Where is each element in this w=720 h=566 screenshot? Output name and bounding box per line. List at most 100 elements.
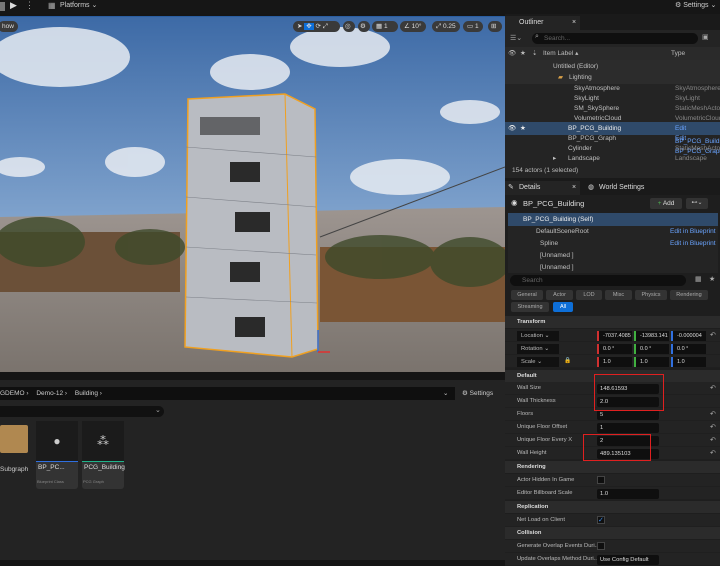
filter-streaming[interactable]: Streaming <box>511 302 549 312</box>
unique-floor-offset-input[interactable]: 1 <box>597 423 659 433</box>
scale-snap-button[interactable]: ⤢ 0.25 <box>432 21 460 32</box>
add-label: Add <box>662 200 675 207</box>
overlap-events-row: Generate Overlap Events Duri... <box>505 540 720 553</box>
play-button[interactable]: ▶ <box>10 0 17 11</box>
history-dropdown-icon[interactable]: ⌄ <box>443 387 448 400</box>
billboard-scale-input[interactable]: 1.0 <box>597 489 659 499</box>
reset-icon[interactable]: ↶ <box>710 434 716 447</box>
details-search-input[interactable]: Search <box>510 275 686 286</box>
asset-tile-pcg[interactable]: ⁂ PCG_Building PCG Graph <box>82 421 125 489</box>
favorite-icon: ★ <box>520 50 526 57</box>
component-row[interactable]: [Unnamed ] <box>508 261 718 274</box>
breadcrumb-item[interactable]: GDEMO <box>0 390 25 397</box>
folder-icon[interactable] <box>0 425 28 453</box>
filter-rendering[interactable]: Rendering <box>670 290 708 300</box>
pcg-building[interactable] <box>184 93 319 358</box>
show-menu-button[interactable]: how <box>0 21 18 32</box>
location-y-input[interactable]: -13983.141 <box>634 331 669 341</box>
close-icon[interactable]: × <box>572 181 576 195</box>
section-title: Collision <box>517 530 542 536</box>
overlap-events-checkbox[interactable] <box>597 542 605 550</box>
transform-tools[interactable]: ➤ ✥ ⟳ ⤢ <box>293 21 340 32</box>
favorites-icon[interactable]: ★ <box>709 275 715 283</box>
item-label: Landscape <box>568 155 600 162</box>
property-label: Editor Billboard Scale <box>517 490 573 496</box>
col-item-label[interactable]: Item Label ▴ <box>543 47 578 60</box>
filter-lod[interactable]: LOD <box>576 290 602 300</box>
breadcrumb-item[interactable]: Building <box>75 390 98 397</box>
grid-snap-button[interactable]: ▦ 1 <box>372 21 398 32</box>
rotation-x-input[interactable]: 0.0 ° <box>597 344 632 354</box>
tab-outliner[interactable]: Outliner × <box>505 16 580 30</box>
rotation-dropdown[interactable]: Rotation ⌄ <box>517 344 559 354</box>
filter-icon[interactable]: ☰⌄ <box>510 34 522 42</box>
property-matrix-icon[interactable]: ▦ <box>695 275 702 283</box>
content-settings-label: Settings <box>469 390 494 397</box>
location-dropdown[interactable]: Location ⌄ <box>517 331 559 341</box>
outliner-search-input[interactable]: Search... <box>532 33 698 44</box>
update-overlaps-dropdown[interactable]: Use Config Default <box>597 555 659 565</box>
location-z-input[interactable]: -0.000004 <box>671 331 706 341</box>
settings-label: Settings <box>683 2 709 9</box>
floors-input[interactable]: 5 <box>597 410 659 420</box>
translate-icon[interactable]: ✥ <box>304 23 314 30</box>
platforms-menu[interactable]: Platforms ⌄ <box>60 1 97 9</box>
angle-snap-button[interactable]: ∠ 10° <box>400 21 426 32</box>
section-collision[interactable]: Collision <box>505 527 720 539</box>
rotation-y-input[interactable]: 0.0 ° <box>634 344 669 354</box>
reset-icon[interactable]: ↶ <box>710 447 716 460</box>
reset-icon[interactable]: ↶ <box>710 329 716 342</box>
section-title: Transform <box>517 319 546 325</box>
section-rendering[interactable]: Rendering <box>505 461 720 473</box>
property-label: Scale <box>521 359 536 365</box>
reset-icon[interactable]: ↶ <box>710 421 716 434</box>
scale-y-input[interactable]: 1.0 <box>634 357 669 367</box>
rotation-z-input[interactable]: 0.0 ° <box>671 344 706 354</box>
settings-menu[interactable]: ⚙ Settings ⌄ <box>675 1 716 9</box>
layout-icon[interactable]: ⊞ <box>488 21 502 32</box>
scale-x-input[interactable]: 1.0 <box>597 357 632 367</box>
filter-physics[interactable]: Physics <box>635 290 667 300</box>
filter-general[interactable]: General <box>511 290 543 300</box>
tab-label: Outliner <box>519 19 544 26</box>
expand-arrow-icon[interactable]: ▸ <box>553 152 556 165</box>
stop-icon[interactable] <box>0 2 5 11</box>
close-icon[interactable]: × <box>572 16 576 30</box>
realtime-icon[interactable]: ⚙ <box>358 21 370 32</box>
filter-all[interactable]: All <box>553 302 573 312</box>
asset-tile-bp[interactable]: ● BP_PC... Blueprint Class <box>36 421 78 489</box>
property-label: Net Load on Client <box>517 517 566 523</box>
camera-speed-button[interactable]: ▭ 1 <box>463 21 483 32</box>
scale-dropdown[interactable]: Scale ⌄ <box>517 357 559 367</box>
property-label: Wall Thickness <box>517 398 556 404</box>
breadcrumb-item[interactable]: Demo-12 <box>36 390 63 397</box>
add-component-button[interactable]: + Add <box>650 198 682 209</box>
component-label: [Unnamed ] <box>540 264 574 271</box>
filter-misc[interactable]: Misc <box>605 290 632 300</box>
location-x-input[interactable]: -7037.4085 <box>597 331 632 341</box>
component-tree: BP_PCG_Building (Self) DefaultSceneRoot E… <box>508 213 718 273</box>
grid-snap-value: 1 <box>383 23 388 30</box>
level-viewport[interactable]: how ➤ ✥ ⟳ ⤢ ◎ ⚙ ▦ 1 ∠ 10° ⤢ 0.25 ▭ 1 ⊞ <box>0 16 505 372</box>
reset-icon[interactable]: ↶ <box>710 408 716 421</box>
surface-snap-icon[interactable]: ◎ <box>343 21 355 32</box>
add-folder-icon[interactable]: ▣ <box>702 33 709 41</box>
reset-icon[interactable]: ↶ <box>710 382 716 395</box>
tab-details[interactable]: ✎ Details × <box>505 181 580 195</box>
blueprint-options-button[interactable]: ⊷⌄ <box>686 198 708 209</box>
filter-actor[interactable]: Actor <box>546 290 573 300</box>
platforms-icon: ▦ <box>48 1 56 10</box>
lock-icon[interactable]: 🔒 <box>564 355 571 368</box>
actor-hidden-checkbox[interactable] <box>597 476 605 484</box>
net-load-checkbox[interactable]: ✓ <box>597 516 605 524</box>
tab-world-settings[interactable]: ◍ World Settings <box>585 181 675 195</box>
filter-dropdown[interactable]: ⌄ <box>0 406 164 417</box>
scale-z-input[interactable]: 1.0 <box>671 357 706 367</box>
pin-icon: ⇣ <box>532 50 538 57</box>
more-options-icon[interactable]: ⋮ <box>25 0 34 11</box>
section-transform[interactable]: Transform <box>505 316 720 328</box>
col-type[interactable]: Type <box>671 47 685 60</box>
content-settings-button[interactable]: ⚙ Settings <box>462 389 493 397</box>
outliner-row[interactable]: ▸ Landscape Landscape <box>505 152 720 165</box>
section-replication[interactable]: Replication <box>505 501 720 513</box>
